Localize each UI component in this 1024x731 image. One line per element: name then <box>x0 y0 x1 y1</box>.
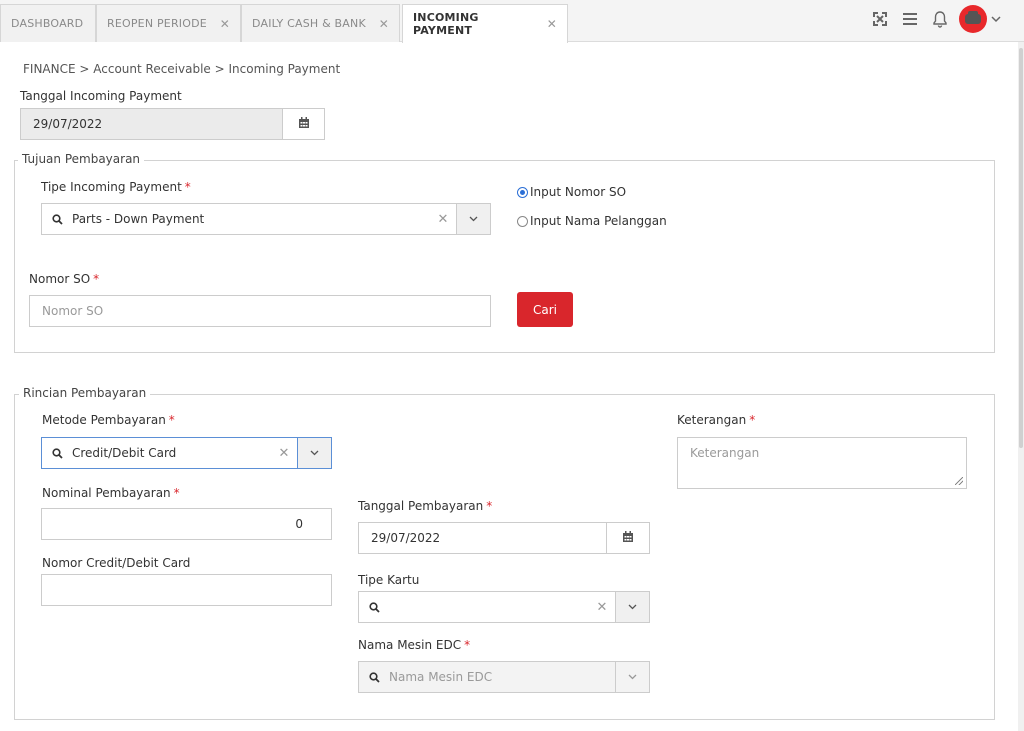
tab-incoming-payment[interactable]: INCOMING PAYMENT ✕ <box>402 4 568 43</box>
nomor-so-label: Nomor SO * <box>29 272 99 286</box>
required-mark: * <box>749 413 756 427</box>
chevron-down-icon[interactable] <box>988 8 1004 30</box>
radio-button-selected[interactable] <box>517 186 528 198</box>
required-mark: * <box>93 272 100 286</box>
breadcrumb: FINANCE > Account Receivable > Incoming … <box>23 62 341 76</box>
tanggal-pembayaran-label-text: Tanggal Pembayaran <box>358 499 484 513</box>
calendar-icon <box>622 530 634 546</box>
chevron-down-icon[interactable] <box>615 662 649 692</box>
calendar-button[interactable] <box>282 108 325 140</box>
keterangan-textarea[interactable]: Keterangan <box>677 437 967 489</box>
nomor-card-input[interactable] <box>41 574 332 606</box>
radio-label: Input Nama Pelanggan <box>530 214 667 228</box>
tanggal-incoming-value: 29/07/2022 <box>33 117 103 131</box>
nama-mesin-edc-label-text: Nama Mesin EDC <box>358 638 462 652</box>
nama-mesin-edc-label: Nama Mesin EDC * <box>358 638 470 652</box>
calendar-button[interactable] <box>606 522 650 554</box>
avatar[interactable] <box>959 5 987 33</box>
nominal-pembayaran-label-text: Nominal Pembayaran <box>42 486 171 500</box>
tab-label: REOPEN PERIODE <box>107 17 207 30</box>
metode-pembayaran-label-text: Metode Pembayaran <box>42 413 166 427</box>
menu-icon[interactable] <box>899 8 921 30</box>
metode-pembayaran-select[interactable]: Credit/Debit Card ✕ <box>41 437 332 469</box>
tab-label: DAILY CASH & BANK <box>252 17 366 30</box>
tanggal-incoming-label: Tanggal Incoming Payment <box>20 89 182 103</box>
required-mark: * <box>486 499 493 513</box>
radio-button[interactable] <box>517 215 528 227</box>
search-icon <box>42 447 72 459</box>
tipe-incoming-select[interactable]: Parts - Down Payment ✕ <box>41 203 491 235</box>
keterangan-placeholder: Keterangan <box>690 446 760 460</box>
close-icon[interactable]: ✕ <box>371 17 389 31</box>
radio-input-nama-pelanggan[interactable]: Input Nama Pelanggan <box>517 214 667 228</box>
required-mark: * <box>173 486 180 500</box>
tanggal-pembayaran-label: Tanggal Pembayaran * <box>358 499 492 513</box>
tipe-incoming-value: Parts - Down Payment <box>72 212 205 226</box>
radio-input-nomor-so[interactable]: Input Nomor SO <box>517 185 626 199</box>
resize-handle-icon[interactable] <box>955 477 963 485</box>
search-icon <box>359 601 389 613</box>
radio-label: Input Nomor SO <box>530 185 627 199</box>
clear-icon[interactable]: ✕ <box>430 212 456 227</box>
search-icon <box>42 213 72 225</box>
rincian-pembayaran-legend: Rincian Pembayaran <box>19 386 151 400</box>
nomor-so-input[interactable]: Nomor SO <box>29 295 491 327</box>
tanggal-incoming-field: 29/07/2022 <box>20 108 283 140</box>
nama-mesin-edc-placeholder: Nama Mesin EDC <box>389 670 493 684</box>
tipe-kartu-select[interactable]: ✕ <box>358 591 650 623</box>
metode-pembayaran-value: Credit/Debit Card <box>72 446 177 460</box>
chevron-down-icon[interactable] <box>297 438 331 468</box>
required-mark: * <box>464 638 471 652</box>
chevron-down-icon[interactable] <box>456 204 490 234</box>
nomor-so-placeholder: Nomor SO <box>42 304 104 318</box>
calendar-icon <box>298 116 310 132</box>
close-icon[interactable]: ✕ <box>539 17 557 31</box>
nominal-pembayaran-value: 0 <box>295 517 303 531</box>
tipe-incoming-label: Tipe Incoming Payment * <box>41 180 191 194</box>
clear-icon[interactable]: ✕ <box>271 446 297 461</box>
tab-label: DASHBOARD <box>11 17 84 30</box>
keterangan-label: Keterangan * <box>677 413 755 427</box>
tujuan-pembayaran-legend: Tujuan Pembayaran <box>18 152 145 166</box>
nomor-so-label-text: Nomor SO <box>29 272 91 286</box>
bell-icon[interactable] <box>929 8 951 30</box>
scrollbar-thumb[interactable] <box>1019 48 1023 448</box>
nominal-pembayaran-label: Nominal Pembayaran * <box>42 486 180 500</box>
tab-daily-cash-bank[interactable]: DAILY CASH & BANK ✕ <box>241 4 400 42</box>
chevron-down-icon[interactable] <box>615 592 649 622</box>
fullscreen-icon[interactable] <box>869 8 891 30</box>
tab-reopen-periode[interactable]: REOPEN PERIODE ✕ <box>96 4 241 42</box>
nominal-pembayaran-input[interactable]: 0 <box>41 508 332 540</box>
metode-pembayaran-label: Metode Pembayaran * <box>42 413 175 427</box>
tab-label: INCOMING PAYMENT <box>413 11 479 37</box>
tab-dashboard[interactable]: DASHBOARD <box>0 4 96 42</box>
tanggal-pembayaran-value: 29/07/2022 <box>371 531 441 545</box>
required-mark: * <box>168 413 175 427</box>
clear-icon[interactable]: ✕ <box>589 600 615 615</box>
tipe-incoming-label-text: Tipe Incoming Payment <box>41 180 182 194</box>
nama-mesin-edc-select[interactable]: Nama Mesin EDC <box>358 661 650 693</box>
required-mark: * <box>184 180 191 194</box>
cari-button[interactable]: Cari <box>517 292 573 327</box>
tipe-kartu-label: Tipe Kartu <box>358 573 420 587</box>
nomor-card-label: Nomor Credit/Debit Card <box>42 556 191 570</box>
tanggal-pembayaran-input[interactable]: 29/07/2022 <box>358 522 607 554</box>
search-icon <box>359 671 389 683</box>
close-icon[interactable]: ✕ <box>212 17 230 31</box>
keterangan-label-text: Keterangan <box>677 413 747 427</box>
